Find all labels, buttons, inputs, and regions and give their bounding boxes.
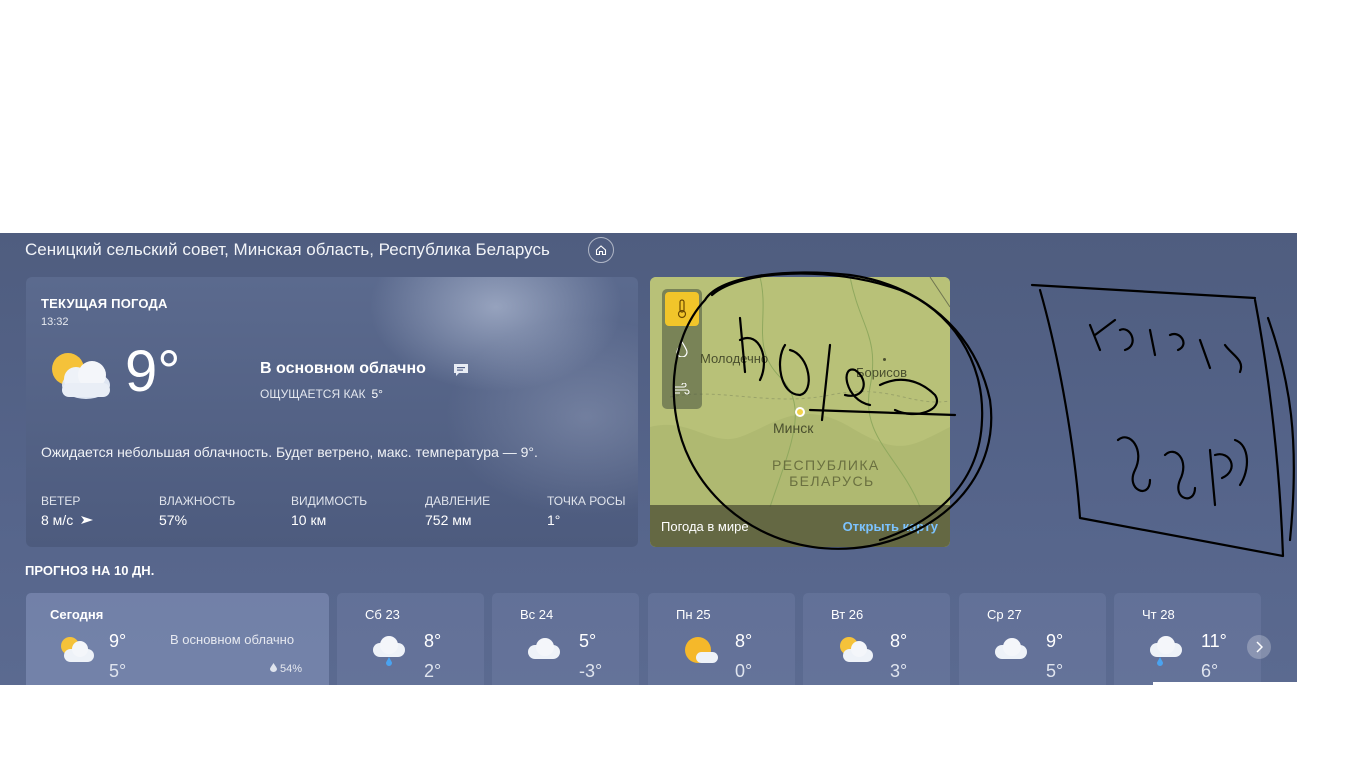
mostly-sunny-icon: [682, 635, 720, 672]
weather-map[interactable]: Молодечно Борисов Минск РЕСПУБЛИКА БЕЛАР…: [650, 277, 950, 547]
location-title: Сеницкий сельский совет, Минская область…: [25, 240, 550, 259]
day-name: Сегодня: [50, 607, 104, 622]
country-line-2: БЕЛАРУСЬ: [789, 473, 875, 489]
wind-icon: [675, 383, 690, 395]
map-country-label: РЕСПУБЛИКА БЕЛАРУСЬ: [772, 457, 880, 489]
day-low: 3°: [890, 661, 908, 681]
day-low: 5°: [1046, 661, 1064, 681]
current-weather-title: ТЕКУЩАЯ ПОГОДА: [41, 296, 168, 311]
droplet-icon: [676, 341, 688, 357]
day-low: -3°: [579, 661, 603, 681]
partly-cloudy-icon: [837, 635, 875, 670]
metric-value: 1°: [547, 512, 561, 528]
rain-cloud-icon: [1148, 635, 1186, 672]
metric-value: 57%: [159, 512, 188, 528]
chevron-right-icon: [1256, 641, 1263, 653]
day-high: 9°: [1046, 631, 1064, 651]
current-time: 13:32: [41, 316, 69, 328]
map-layer-switcher: [662, 289, 702, 409]
day-low: 6°: [1201, 661, 1219, 681]
metric-visibility: ВИДИМОСТЬ 10 км: [291, 494, 367, 528]
day-high: 8°: [424, 631, 442, 651]
thermometer-icon: [677, 299, 687, 319]
weather-description: Ожидается небольшая облачность. Будет ве…: [41, 444, 538, 460]
metric-label: ВИДИМОСТЬ: [291, 494, 368, 508]
partly-cloudy-icon: [58, 635, 96, 670]
metric-pressure: ДАВЛЕНИЕ 752 мм: [425, 494, 490, 528]
day-low: 0°: [735, 661, 753, 681]
day-high: 8°: [735, 631, 753, 651]
map-city-borisov: Борисов: [856, 365, 908, 380]
metric-value: 8 м/с: [41, 512, 74, 528]
metric-value: 752 мм: [425, 512, 472, 528]
metric-label: ВЛАЖНОСТЬ: [159, 494, 236, 508]
country-line-1: РЕСПУБЛИКА: [772, 457, 880, 473]
day-name: Пн 25: [676, 607, 711, 622]
day-name: Вт 26: [831, 607, 864, 622]
forecast-day[interactable]: Вс 24 5° -3°: [492, 593, 639, 685]
comment-icon[interactable]: [453, 363, 469, 382]
forecast-day[interactable]: Ср 27 9° 5°: [959, 593, 1106, 685]
temperature-layer-button[interactable]: [665, 292, 699, 326]
precip-value: 54%: [280, 663, 303, 675]
day-high: 8°: [890, 631, 908, 651]
day-high: 9°: [109, 631, 127, 651]
open-map-link[interactable]: Открыть карту: [843, 519, 938, 534]
metric-humidity: ВЛАЖНОСТЬ 57%: [159, 494, 235, 528]
partly-cloudy-icon: [46, 347, 116, 412]
forecast-day[interactable]: Чт 28 11° 6°: [1114, 593, 1261, 685]
cloud-icon: [526, 635, 564, 670]
forecast-day[interactable]: Сб 23 8° 2°: [337, 593, 484, 685]
forecast-day-today[interactable]: Сегодня 9° 5° В основном облачно 54%: [26, 593, 329, 685]
day-low: 5°: [109, 661, 127, 681]
droplet-icon: [270, 663, 277, 672]
rain-cloud-icon: [371, 635, 409, 672]
precipitation-layer-button[interactable]: [665, 332, 699, 366]
precip-chance: 54%: [270, 663, 302, 675]
metric-wind: ВЕТЕР 8 м/с: [41, 494, 94, 528]
metric-value: 10 км: [291, 512, 327, 528]
cloud-icon: [993, 635, 1031, 670]
forecast-day[interactable]: Вт 26 8° 3°: [803, 593, 950, 685]
map-city-molodechno: Молодечно: [700, 351, 769, 366]
metric-label: ДАВЛЕНИЕ: [425, 494, 491, 508]
white-patch: [1153, 682, 1298, 688]
day-high: 11°: [1201, 631, 1227, 651]
forecast-day[interactable]: Пн 25 8° 0°: [648, 593, 795, 685]
current-temperature: 9°: [125, 339, 181, 404]
forecast-next-button[interactable]: [1247, 635, 1271, 659]
metric-label: ВЕТЕР: [41, 494, 81, 508]
feels-like-label: ОЩУЩАЕТСЯ КАК: [260, 387, 366, 401]
wind-layer-button[interactable]: [665, 372, 699, 406]
home-button[interactable]: [588, 237, 614, 263]
home-icon: [595, 245, 607, 256]
metric-dew-point: ТОЧКА РОСЫ 1°: [547, 494, 626, 528]
map-city-minsk: Минск: [773, 420, 814, 436]
current-condition: В основном облачно: [260, 360, 426, 377]
day-name: Ср 27: [987, 607, 1022, 622]
day-name: Вс 24: [520, 607, 554, 622]
current-weather-card[interactable]: ТЕКУЩАЯ ПОГОДА 13:32 9° В основном облач…: [26, 277, 638, 547]
day-name: Сб 23: [365, 607, 400, 622]
metric-label: ТОЧКА РОСЫ: [547, 494, 626, 508]
day-name: Чт 28: [1142, 607, 1175, 622]
wind-direction-icon: [81, 516, 94, 524]
forecast-title: ПРОГНОЗ НА 10 ДН.: [25, 563, 155, 578]
location-pin: [795, 407, 805, 417]
feels-like: ОЩУЩАЕТСЯ КАК 5°: [260, 387, 383, 401]
world-weather-label: Погода в мире: [661, 519, 749, 534]
map-city-dot: [883, 358, 886, 361]
day-low: 2°: [424, 661, 442, 681]
day-condition: В основном облачно: [170, 632, 295, 647]
day-high: 5°: [579, 631, 597, 651]
weather-app: Сеницкий сельский совет, Минская область…: [0, 233, 1297, 685]
map-footer: Погода в мире Открыть карту: [650, 505, 950, 547]
feels-like-value: 5°: [371, 387, 383, 401]
